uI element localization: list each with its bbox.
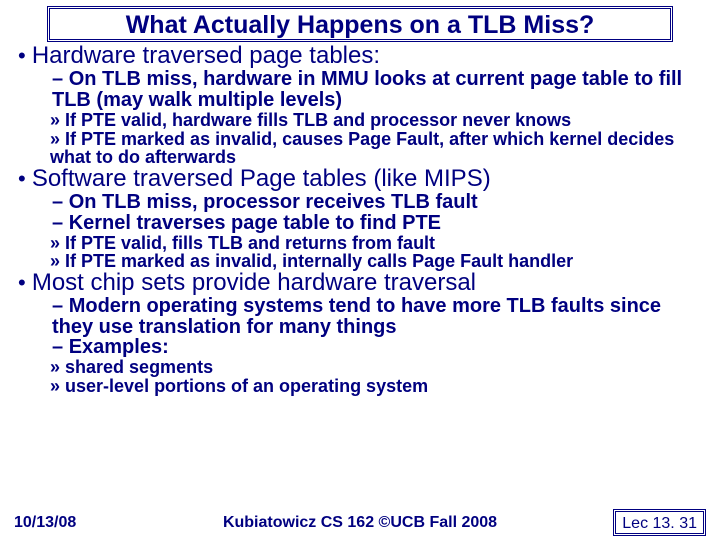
- chipsets-sub1: Modern operating systems tend to have mo…: [52, 296, 706, 338]
- hardware-sub1a: If PTE valid, hardware fills TLB and pro…: [50, 111, 706, 130]
- bullet-hardware: Hardware traversed page tables: On TLB m…: [18, 44, 706, 167]
- software-sub2: Kernel traverses page table to find PTE: [52, 213, 706, 234]
- bullet-software: Software traversed Page tables (like MIP…: [18, 167, 706, 271]
- slide-footer: 10/13/08 Kubiatowicz CS 162 ©UCB Fall 20…: [0, 509, 720, 536]
- software-sub2a: If PTE valid, fills TLB and returns from…: [50, 234, 706, 253]
- footer-page: Lec 13. 31: [613, 509, 706, 536]
- slide: What Actually Happens on a TLB Miss? Har…: [0, 6, 720, 540]
- footer-center: Kubiatowicz CS 162 ©UCB Fall 2008: [0, 514, 720, 532]
- hardware-sub1b: If PTE marked as invalid, causes Page Fa…: [50, 130, 706, 167]
- bullet-chipsets: Most chip sets provide hardware traversa…: [18, 271, 706, 396]
- chipsets-sub2: Examples:: [52, 337, 706, 358]
- slide-body: Hardware traversed page tables: On TLB m…: [0, 44, 720, 395]
- software-sub1: On TLB miss, processor receives TLB faul…: [52, 192, 706, 213]
- chipsets-sub2a: shared segments: [50, 358, 706, 377]
- chipsets-sub2b: user-level portions of an operating syst…: [50, 377, 706, 396]
- slide-title: What Actually Happens on a TLB Miss?: [47, 6, 673, 42]
- bullet-hardware-head: Hardware traversed page tables:: [32, 42, 380, 69]
- bullet-software-head: Software traversed Page tables (like MIP…: [32, 165, 491, 192]
- hardware-sub1: On TLB miss, hardware in MMU looks at cu…: [52, 69, 706, 111]
- bullet-chipsets-head: Most chip sets provide hardware traversa…: [32, 269, 476, 296]
